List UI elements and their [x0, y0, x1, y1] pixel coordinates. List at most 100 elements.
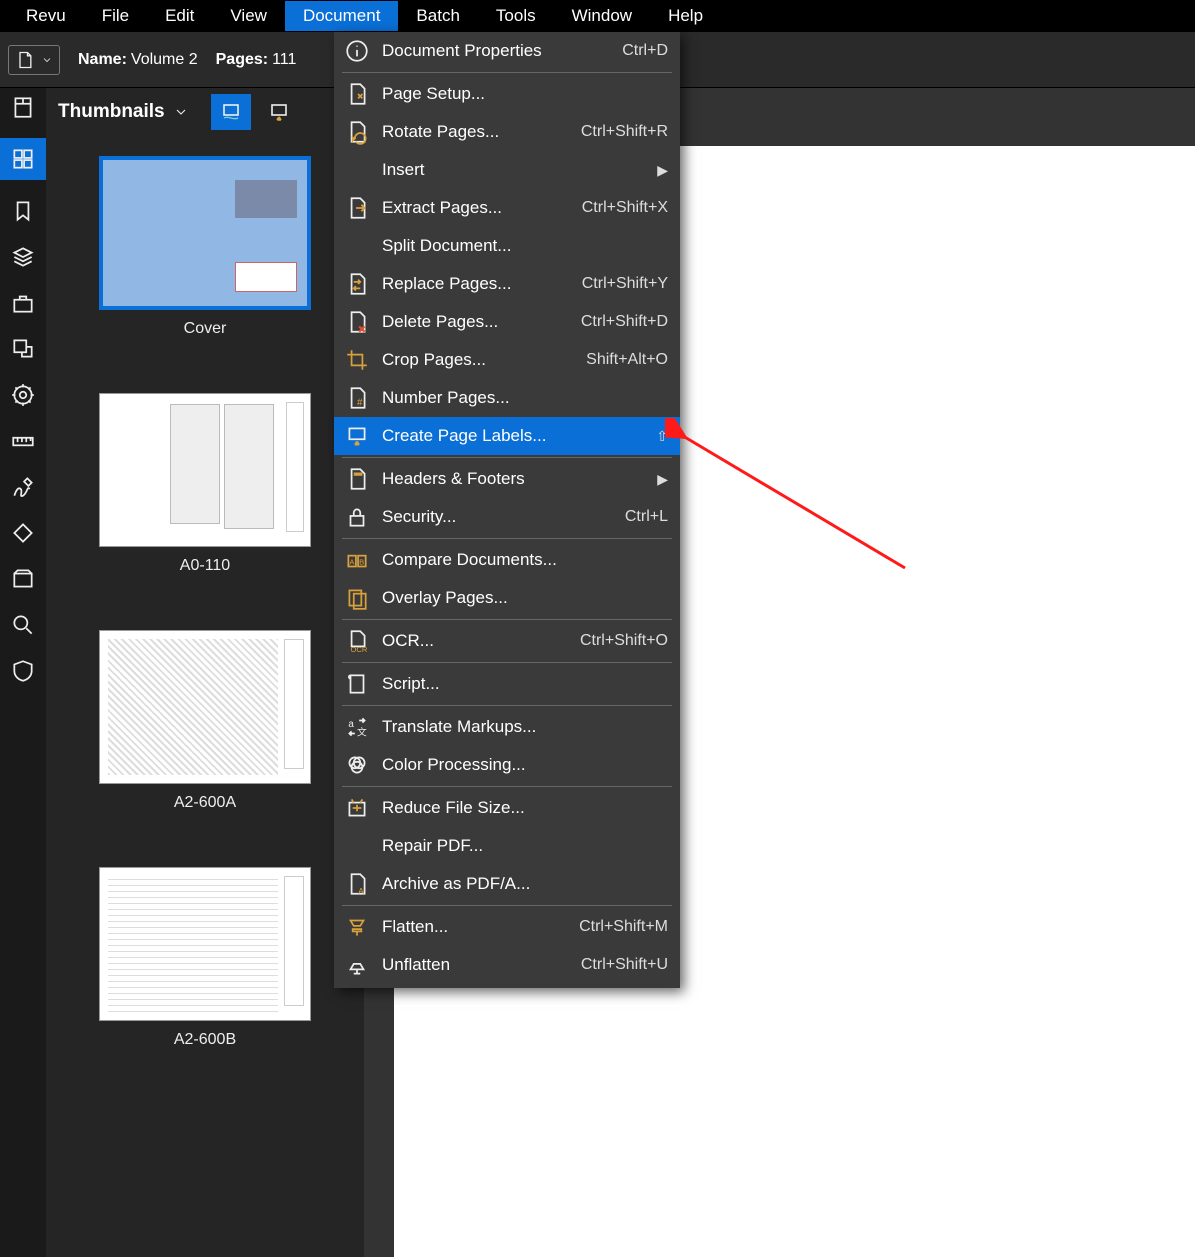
name-value: Volume 2	[131, 51, 198, 69]
menu-item-shortcut: Ctrl+Shift+R	[581, 123, 668, 141]
menu-item-headers-footers[interactable]: Headers & Footers▶	[334, 460, 680, 498]
menu-item-page-setup[interactable]: Page Setup...	[334, 75, 680, 113]
menu-item-label: Archive as PDF/A...	[382, 874, 668, 894]
menu-item-repair-pdf[interactable]: Repair PDF...	[334, 827, 680, 865]
menu-item-flatten[interactable]: Flatten...Ctrl+Shift+M	[334, 908, 680, 946]
menu-file[interactable]: File	[84, 1, 147, 31]
menu-help[interactable]: Help	[650, 1, 721, 31]
layers-icon[interactable]	[8, 242, 38, 272]
menu-item-insert[interactable]: Insert▶	[334, 151, 680, 189]
menu-item-create-page-labels[interactable]: Create Page Labels...⇧	[334, 417, 680, 455]
svg-text:A: A	[349, 557, 355, 566]
menu-item-label: Delete Pages...	[382, 312, 581, 332]
menu-window[interactable]: Window	[554, 1, 650, 31]
thumbnail-item[interactable]: A2-600A	[58, 630, 352, 812]
menu-item-shortcut: Shift+Alt+O	[586, 351, 668, 369]
thumbnail-item[interactable]: A0-110	[58, 393, 352, 575]
blank-icon	[342, 231, 372, 261]
menu-item-ocr[interactable]: OCROCR...Ctrl+Shift+O	[334, 622, 680, 660]
translate-icon: a文	[342, 712, 372, 742]
menu-item-compare-documents[interactable]: AB Compare Documents...	[334, 541, 680, 579]
thumbnails-icon[interactable]	[0, 138, 46, 180]
menu-item-security[interactable]: Security...Ctrl+L	[334, 498, 680, 536]
chevron-down-icon[interactable]	[173, 104, 189, 120]
menu-separator	[342, 619, 672, 620]
document-dropdown-button[interactable]	[8, 45, 60, 75]
extract-icon	[342, 193, 372, 223]
signatures-icon[interactable]	[8, 472, 38, 502]
menu-item-shortcut: Ctrl+Shift+D	[581, 313, 668, 331]
page-labels-icon	[342, 421, 372, 451]
menu-item-crop-pages[interactable]: Crop Pages...Shift+Alt+O	[334, 341, 680, 379]
tool-chest-icon[interactable]	[8, 288, 38, 318]
menu-item-label: Compare Documents...	[382, 550, 668, 570]
menu-item-label: Translate Markups...	[382, 717, 668, 737]
unflatten-icon	[342, 950, 372, 980]
menu-item-shortcut: Ctrl+Shift+U	[581, 956, 668, 974]
blank-icon	[342, 155, 372, 185]
menubar: RevuFileEditViewDocumentBatchToolsWindow…	[0, 0, 1195, 32]
menu-item-shortcut: Ctrl+D	[622, 42, 668, 60]
measure-icon[interactable]	[8, 426, 38, 456]
thumbnail-item[interactable]: A2-600B	[58, 867, 352, 1049]
bookmarks-icon[interactable]	[8, 196, 38, 226]
menu-item-label: Headers & Footers	[382, 469, 668, 489]
menu-item-delete-pages[interactable]: Delete Pages...Ctrl+Shift+D	[334, 303, 680, 341]
menu-item-label: Replace Pages...	[382, 274, 582, 294]
info-icon	[342, 36, 372, 66]
search-icon[interactable]	[8, 610, 38, 640]
svg-text:#: #	[357, 398, 363, 409]
menu-view[interactable]: View	[212, 1, 285, 31]
svg-text:A: A	[358, 886, 364, 896]
thumbnail-mode-page-label[interactable]	[211, 94, 251, 130]
menu-edit[interactable]: Edit	[147, 1, 212, 31]
menu-item-replace-pages[interactable]: Replace Pages...Ctrl+Shift+Y	[334, 265, 680, 303]
menu-item-number-pages[interactable]: #Number Pages...	[334, 379, 680, 417]
thumbnail-mode-create-label[interactable]	[259, 94, 299, 130]
menu-item-reduce-file-size[interactable]: Reduce File Size...	[334, 789, 680, 827]
delete-page-icon	[342, 307, 372, 337]
thumbnail-item[interactable]: Cover	[58, 156, 352, 338]
menu-item-translate-markups[interactable]: a文 Translate Markups...	[334, 708, 680, 746]
menu-item-script[interactable]: Script...	[334, 665, 680, 703]
script-icon	[342, 669, 372, 699]
menu-separator	[342, 72, 672, 73]
thumbnail-caption: A2-600B	[174, 1031, 236, 1049]
menu-item-archive-as-pdf-a[interactable]: A Archive as PDF/A...	[334, 865, 680, 903]
menu-item-color-processing[interactable]: Color Processing...	[334, 746, 680, 784]
document-menu-dropdown: Document PropertiesCtrl+D Page Setup...Ro…	[334, 32, 680, 988]
menu-item-overlay-pages[interactable]: Overlay Pages...	[334, 579, 680, 617]
compare-icon: AB	[342, 545, 372, 575]
crop-icon	[342, 345, 372, 375]
menu-item-document-properties[interactable]: Document PropertiesCtrl+D	[334, 32, 680, 70]
menu-item-shortcut: Ctrl+L	[625, 508, 668, 526]
thumbnail-caption: A0-110	[180, 557, 230, 575]
spaces-icon[interactable]	[8, 334, 38, 364]
links-icon[interactable]	[8, 518, 38, 548]
menu-separator	[342, 705, 672, 706]
menu-batch[interactable]: Batch	[398, 1, 477, 31]
file-access-icon[interactable]	[8, 92, 38, 122]
flatten-icon	[342, 912, 372, 942]
menu-item-split-document[interactable]: Split Document...	[334, 227, 680, 265]
name-label: Name:	[78, 51, 127, 69]
pages-value: 111	[272, 51, 296, 69]
left-icon-rail	[0, 88, 46, 1257]
menu-item-unflatten[interactable]: UnflattenCtrl+Shift+U	[334, 946, 680, 984]
sets-icon[interactable]	[8, 564, 38, 594]
menu-item-extract-pages[interactable]: Extract Pages...Ctrl+Shift+X	[334, 189, 680, 227]
pages-label: Pages:	[216, 51, 268, 69]
menu-item-shortcut: Ctrl+Shift+M	[579, 918, 668, 936]
menu-document[interactable]: Document	[285, 1, 398, 31]
menu-tools[interactable]: Tools	[478, 1, 554, 31]
number-pages-icon: #	[342, 383, 372, 413]
thumbnails-list: Cover A0-110 A2-600A A2-600B	[46, 136, 364, 1257]
menu-item-label: Unflatten	[382, 955, 581, 975]
lock-icon	[342, 502, 372, 532]
studio-icon[interactable]	[8, 656, 38, 686]
menu-revu[interactable]: Revu	[8, 1, 84, 31]
menu-item-label: Crop Pages...	[382, 350, 586, 370]
ocr-icon: OCR	[342, 626, 372, 656]
properties-icon[interactable]	[8, 380, 38, 410]
menu-item-rotate-pages[interactable]: Rotate Pages...Ctrl+Shift+R	[334, 113, 680, 151]
